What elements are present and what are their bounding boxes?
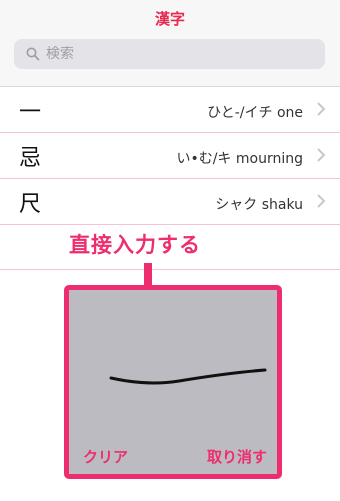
search-input[interactable]	[46, 46, 296, 62]
kanji-reading: ひと-/イチ one	[207, 105, 303, 121]
undo-button[interactable]: 取り消す	[207, 446, 267, 467]
clear-button[interactable]: クリア	[83, 446, 128, 467]
list-item[interactable]: 尺 シャク shaku	[0, 179, 340, 225]
search-icon	[26, 47, 40, 61]
kanji-reading: シャク shaku	[215, 197, 303, 213]
page-title: 漢字	[154, 10, 185, 28]
kanji-character: 尺	[19, 192, 42, 217]
kanji-reading: い•む/キ mourning	[176, 151, 303, 167]
list-item[interactable]: 忌 い•む/キ mourning	[0, 133, 340, 179]
search-bar[interactable]	[14, 39, 325, 69]
chevron-right-icon	[317, 102, 326, 116]
navigation-bar: 漢字	[0, 0, 340, 87]
chevron-right-icon	[317, 148, 326, 162]
kanji-character: 一	[19, 100, 42, 125]
list-item[interactable]: 一 ひと-/イチ one	[0, 87, 340, 133]
handwriting-pad[interactable]: クリア 取り消す	[64, 285, 282, 479]
kanji-character: 忌	[19, 146, 42, 171]
annotation-label: 直接入力する	[69, 233, 201, 257]
chevron-right-icon	[317, 194, 326, 208]
